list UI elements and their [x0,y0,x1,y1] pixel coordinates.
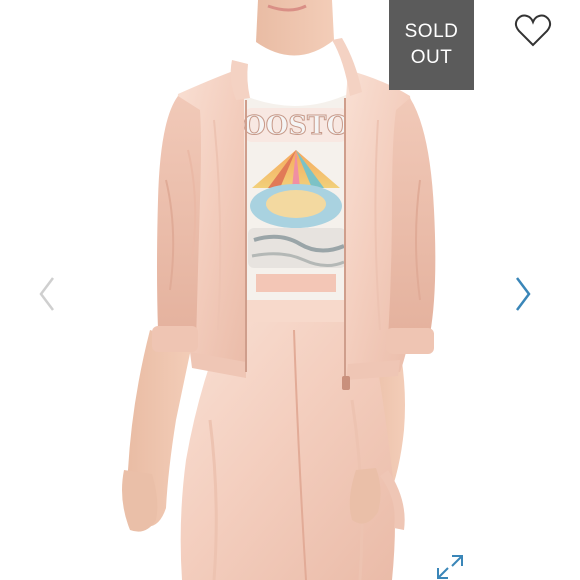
heart-outline-icon [514,14,552,47]
expand-image-button[interactable] [436,554,464,580]
chevron-left-icon [39,277,54,311]
like-button[interactable] [512,12,554,50]
product-photo: OOSTO [0,0,580,580]
previous-image-button[interactable] [32,272,62,316]
next-image-button[interactable] [508,272,538,316]
product-image-viewer: OOSTO SOLD OUT [0,0,580,580]
sold-out-line-2: OUT [410,47,453,68]
sold-out-badge: SOLD OUT [389,0,474,90]
sold-out-line-1: SOLD [404,21,459,42]
svg-text:OOSTO: OOSTO [243,111,349,141]
chevron-right-icon [516,277,531,311]
expand-arrows-icon [437,555,463,579]
